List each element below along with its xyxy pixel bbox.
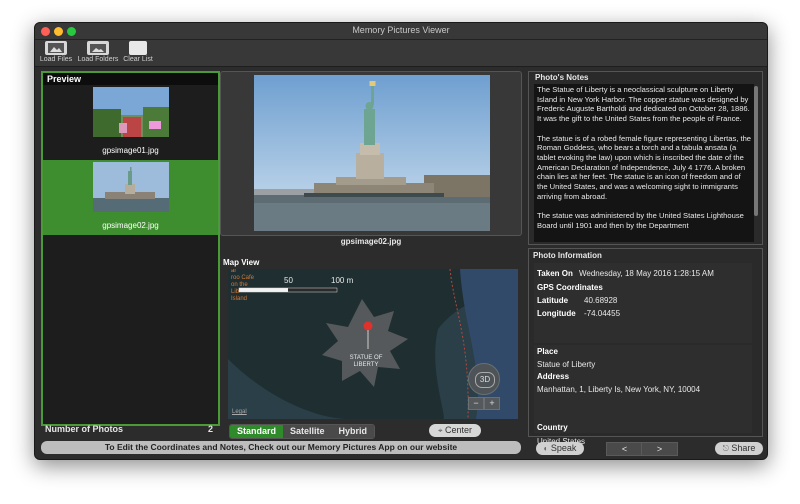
map-3d-button[interactable]: 3D: [475, 372, 495, 388]
center-label: Center: [445, 425, 473, 435]
statue-poi-label: STATUE OF LIBERTY: [341, 355, 391, 369]
preview-panel: Preview gpsimage01.jpg gpsimage02.jpg: [41, 71, 220, 426]
load-files-label: Load Files: [39, 56, 73, 63]
previous-photo-button[interactable]: <: [606, 442, 643, 456]
share-icon: ⎋: [722, 444, 729, 453]
location-pin-icon[interactable]: [363, 321, 373, 351]
photo-viewer: [220, 71, 522, 236]
map-3d-compass[interactable]: 3D: [468, 363, 500, 395]
longitude-value: -74.04455: [584, 309, 621, 318]
window-title: Memory Pictures Viewer: [352, 25, 450, 35]
share-button[interactable]: ⎋ Share: [715, 442, 763, 455]
image-icon: [45, 41, 67, 55]
thumbnail-label-1: gpsimage01.jpg: [102, 146, 159, 155]
map-view-title: Map View: [223, 258, 260, 267]
gps-coordinates-label: GPS Coordinates: [537, 283, 603, 292]
notes-scrollbar[interactable]: [754, 86, 758, 216]
load-files-button[interactable]: Load Files: [39, 41, 73, 63]
latitude-value: 40.68928: [584, 296, 618, 305]
load-folders-button[interactable]: Load Folders: [76, 41, 120, 63]
clear-list-label: Clear List: [123, 56, 153, 63]
thumbnail-label-2: gpsimage02.jpg: [102, 221, 159, 230]
country-label: Country: [537, 423, 568, 432]
zoom-out-button[interactable]: −: [468, 397, 484, 410]
notes-text-area[interactable]: The Statue of Liberty is a neoclassical …: [534, 84, 754, 242]
photo-count-label: Number of Photos: [45, 424, 123, 434]
folder-icon: [87, 41, 109, 55]
thumbnail-image-1: [92, 87, 169, 137]
app-window: Memory Pictures Viewer Load Files Load F…: [34, 22, 768, 460]
promo-banner[interactable]: To Edit the Coordinates and Notes, Check…: [41, 441, 521, 454]
map-mode-selector: Standard Satellite Hybrid: [229, 424, 376, 439]
preview-header: Preview: [43, 73, 218, 85]
speak-label: Speak: [550, 443, 577, 453]
address-value: Manhattan, 1, Liberty Is, New York, NY, …: [537, 385, 701, 394]
thumbnail-item-2[interactable]: gpsimage02.jpg: [43, 160, 218, 235]
title-bar: Memory Pictures Viewer: [35, 23, 767, 40]
cafe-label-line-5: Island: [231, 296, 248, 302]
center-map-button[interactable]: ⌖ Center: [429, 424, 481, 437]
map-mode-standard[interactable]: Standard: [230, 425, 284, 438]
notes-paragraph-3: The statue was administered by the Unite…: [537, 211, 744, 230]
cafe-label-line-3: on the: [231, 282, 248, 288]
cafe-label-line-4: Lib: [231, 289, 240, 295]
toolbar: Load Files Load Folders Clear List: [35, 40, 767, 67]
longitude-label: Longitude: [537, 309, 576, 318]
map-view[interactable]: 50 100 m ar roo Cafe on the Lib Island S…: [228, 269, 518, 419]
info-title: Photo Information: [533, 251, 602, 260]
place-label: Place: [537, 347, 558, 356]
next-photo-button[interactable]: >: [641, 442, 678, 456]
share-label: Share: [731, 443, 756, 453]
latitude-label: Latitude: [537, 296, 569, 305]
address-label: Address: [537, 372, 570, 381]
taken-on-label: Taken On: [537, 269, 573, 278]
map-mode-satellite[interactable]: Satellite: [283, 425, 332, 438]
scale-label-100: 100 m: [331, 276, 354, 285]
clear-list-button[interactable]: Clear List: [121, 41, 155, 63]
photo-file-name: gpsimage02.jpg: [340, 237, 402, 246]
center-icon: ⌖: [437, 426, 443, 435]
speak-button[interactable]: ◐ Speak: [536, 442, 584, 455]
photo-count-row: Number of Photos 2: [45, 424, 215, 434]
photo-notes-panel: Photo's Notes The Statue of Liberty is a…: [528, 71, 763, 245]
notes-paragraph-1: The Statue of Liberty is a neoclassical …: [537, 85, 750, 124]
speaker-icon: ◐: [543, 444, 549, 453]
poi-label-line-2: LIBERTY: [353, 362, 379, 368]
cafe-poi-label: ar roo Cafe on the Lib Island: [231, 269, 271, 303]
thumbnail-item-1[interactable]: gpsimage01.jpg: [43, 85, 218, 160]
map-legal-link[interactable]: Legal: [232, 409, 247, 415]
poi-label-line-1: STATUE OF: [349, 355, 383, 361]
cafe-label-line-2: roo Cafe: [231, 275, 255, 281]
zoom-in-button[interactable]: +: [484, 397, 500, 410]
main-photo: [254, 75, 490, 231]
place-value: Statue of Liberty: [537, 360, 596, 369]
scale-label-50: 50: [284, 276, 293, 285]
taken-on-value: Wednesday, 18 May 2016 1:28:15 AM: [579, 269, 714, 278]
load-folders-label: Load Folders: [77, 56, 119, 63]
thumbnail-image-2: [92, 162, 169, 212]
map-mode-hybrid[interactable]: Hybrid: [331, 425, 375, 438]
photo-count-value: 2: [207, 424, 213, 434]
notes-title: Photo's Notes: [535, 73, 589, 82]
photo-information-panel: Photo Information Taken On Wednesday, 18…: [528, 248, 763, 446]
document-icon: [129, 41, 147, 55]
notes-paragraph-2: The statue is of a robed female figure r…: [537, 133, 752, 201]
